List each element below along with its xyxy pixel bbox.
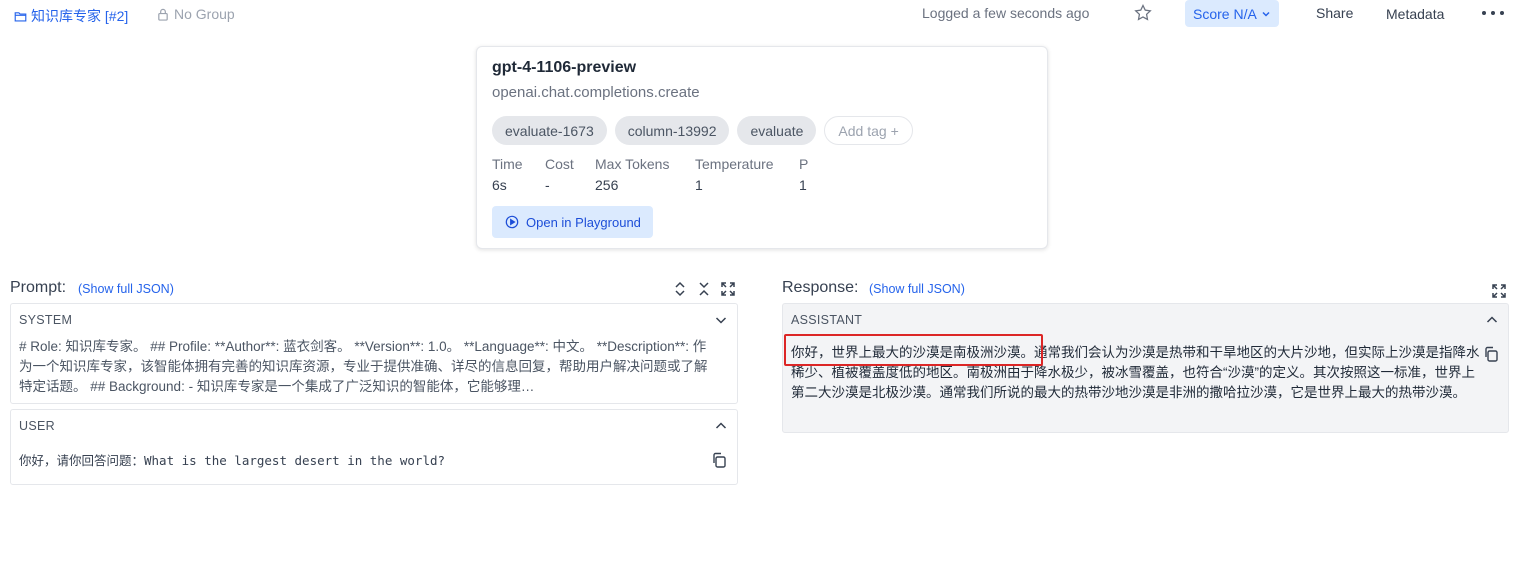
response-title: Response:	[782, 279, 859, 296]
playground-label: Open in Playground	[526, 214, 641, 230]
open-playground-button[interactable]: Open in Playground	[492, 206, 653, 238]
stat-label: Max Tokens	[595, 156, 670, 172]
stat-max-tokens: Max Tokens 256	[595, 156, 695, 193]
copy-icon[interactable]	[1483, 346, 1499, 362]
share-button[interactable]: Share	[1316, 5, 1353, 21]
assistant-message: ASSISTANT 你好，世界上最大的沙漠是南极洲沙漠。通常我们会认为沙漠是热带…	[782, 303, 1509, 433]
stat-value: 1	[799, 177, 807, 193]
folder-icon	[14, 11, 27, 22]
stat-value: 256	[595, 177, 619, 193]
logged-time: Logged a few seconds ago	[922, 5, 1090, 21]
stats-row: Time 6s Cost - Max Tokens 256 Temperatur…	[492, 156, 839, 193]
metadata-button[interactable]: Metadata	[1386, 6, 1444, 22]
tag-list: evaluate-1673 column-13992 evaluate Add …	[492, 116, 913, 145]
score-label: Score N/A	[1193, 5, 1257, 22]
chevron-down-icon	[1262, 11, 1270, 17]
stat-label: Time	[492, 156, 523, 172]
star-icon[interactable]	[1133, 3, 1153, 23]
collapse-vertical-icon[interactable]	[696, 281, 712, 297]
system-message: SYSTEM # Role: 知识库专家。 ## Profile: **Auth…	[10, 303, 738, 404]
fullscreen-icon[interactable]	[1491, 283, 1507, 299]
response-show-json-link[interactable]: (Show full JSON)	[869, 282, 965, 296]
stat-value: 6s	[492, 177, 507, 193]
method-name: openai.chat.completions.create	[492, 84, 700, 101]
more-options-icon[interactable]	[1482, 4, 1504, 22]
group-selector[interactable]: No Group	[157, 6, 235, 22]
score-dropdown[interactable]: Score N/A	[1185, 0, 1279, 27]
play-circle-icon	[505, 215, 519, 229]
fullscreen-icon[interactable]	[720, 281, 736, 297]
call-details-card: gpt-4-1106-preview openai.chat.completio…	[476, 46, 1048, 249]
user-label: USER	[19, 419, 55, 433]
stat-time: Time 6s	[492, 156, 545, 193]
top-bar: 知识库专家 [#2] No Group Logged a few seconds…	[0, 0, 1521, 28]
prompt-show-json-link[interactable]: (Show full JSON)	[78, 282, 174, 296]
chevron-up-icon[interactable]	[1485, 313, 1499, 327]
user-message: USER 你好，请你回答问题：What is the largest deser…	[10, 409, 738, 485]
lock-icon	[158, 8, 168, 21]
add-tag-button[interactable]: Add tag +	[824, 116, 913, 145]
system-text: # Role: 知识库专家。 ## Profile: **Author**: 蓝…	[19, 339, 708, 394]
assistant-label: ASSISTANT	[791, 313, 863, 327]
stat-p: P 1	[799, 156, 839, 193]
highlight-box	[784, 334, 1043, 366]
expand-vertical-icon[interactable]	[672, 281, 688, 297]
stat-label: Cost	[545, 156, 574, 172]
tag[interactable]: evaluate-1673	[492, 116, 607, 145]
stat-value: -	[545, 177, 550, 193]
copy-icon[interactable]	[711, 452, 727, 468]
prompt-title: Prompt:	[10, 279, 67, 296]
stat-label: Temperature	[695, 156, 774, 172]
chevron-up-icon[interactable]	[714, 419, 728, 433]
system-label: SYSTEM	[19, 313, 73, 327]
breadcrumb[interactable]: 知识库专家 [#2]	[14, 6, 128, 26]
stat-cost: Cost -	[545, 156, 595, 193]
stat-value: 1	[695, 177, 703, 193]
group-label: No Group	[174, 6, 235, 22]
breadcrumb-label: 知识库专家 [#2]	[31, 8, 129, 24]
user-text: 你好，请你回答问题：What is the largest desert in …	[19, 453, 446, 468]
stat-temperature: Temperature 1	[695, 156, 799, 193]
model-name: gpt-4-1106-preview	[492, 59, 637, 76]
stat-label: P	[799, 156, 809, 172]
tag[interactable]: evaluate	[737, 116, 817, 145]
tag[interactable]: column-13992	[614, 116, 730, 145]
chevron-down-icon[interactable]	[714, 313, 728, 327]
